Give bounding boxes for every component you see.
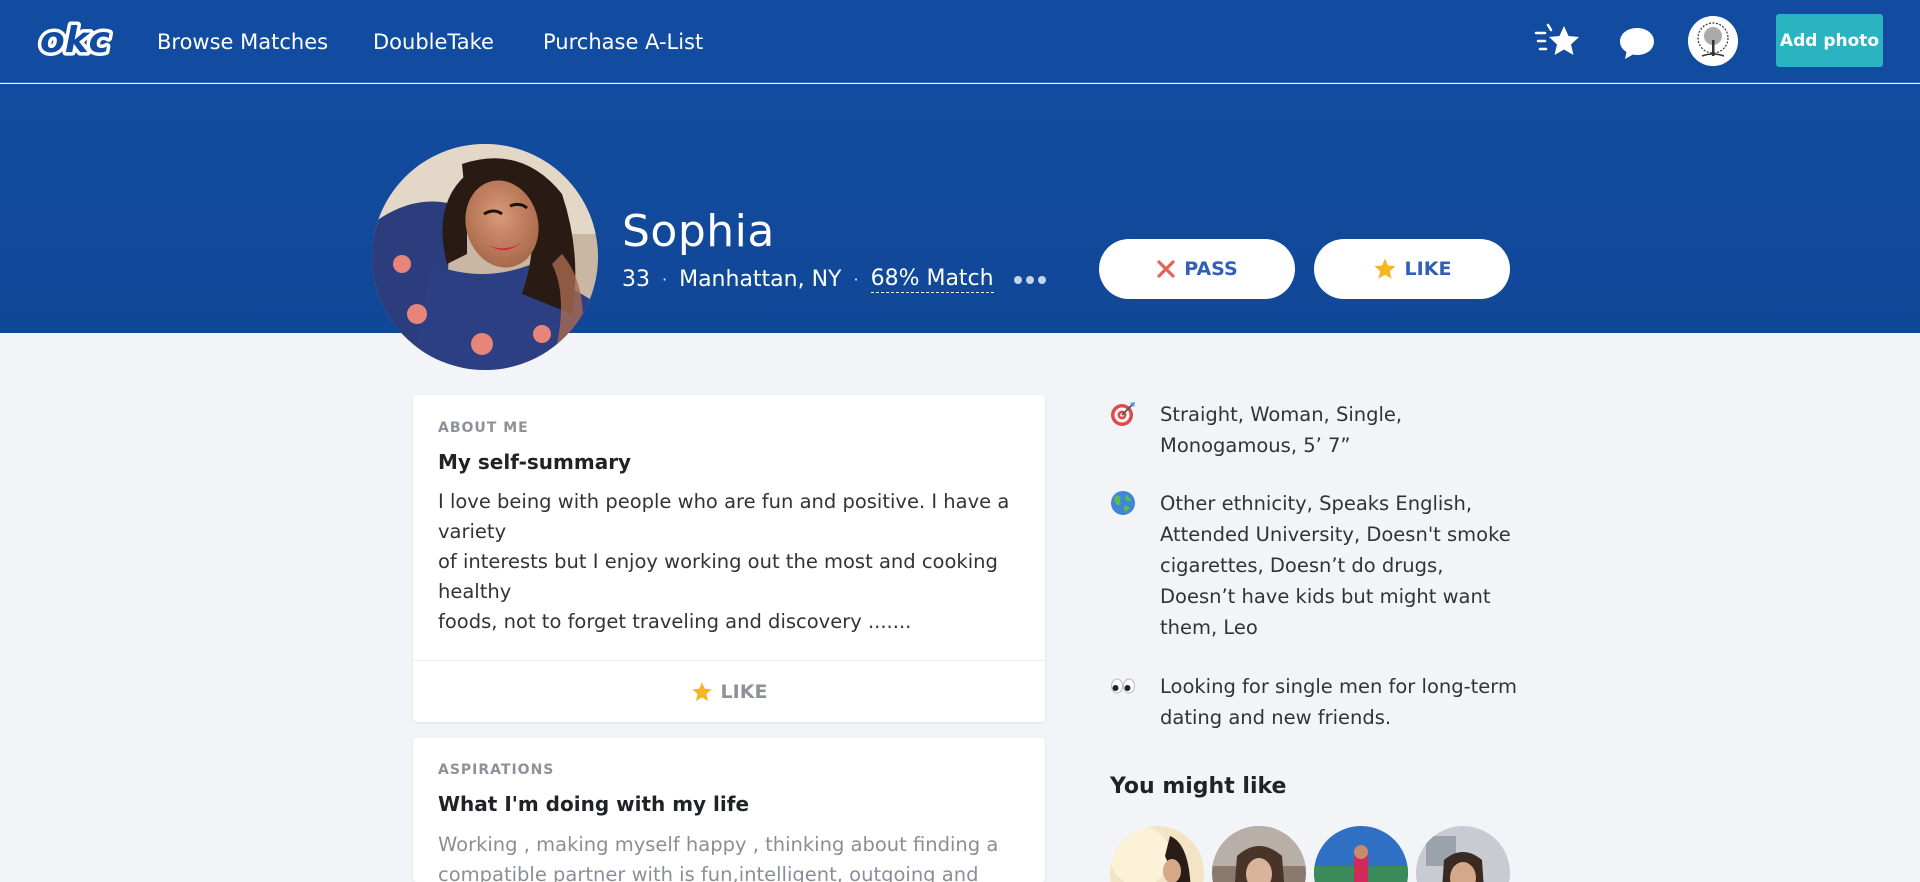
detail-line: Looking for single men for long-term [1160,675,1517,698]
profile-age: 33 [622,267,650,292]
detail-line: Doesn’t have kids but might want [1160,585,1491,608]
text-line: of interests but I enjoy working out the… [438,550,998,573]
text-line: I love being with people who are fun and… [438,490,1010,513]
suggested-profile-thumbnail[interactable] [1212,826,1306,882]
globe-icon [1111,491,1135,515]
detail-line: Monogamous, 5’ 7” [1160,434,1351,457]
profile-photo[interactable] [372,144,598,370]
add-photo-button[interactable]: Add photo [1776,14,1883,67]
likes-star-icon[interactable] [1534,22,1582,60]
okc-logo[interactable]: okc [36,18,114,62]
detail-background: Other ethnicity, Speaks English, Attende… [1110,488,1530,648]
about-me-like-label: LIKE [720,681,768,703]
pass-label: PASS [1184,258,1238,280]
detail-line: Attended University, Doesn't smoke [1160,523,1511,546]
aspirations-card: ASPIRATIONS What I'm doing with my life … [413,738,1045,882]
like-button[interactable]: LIKE [1314,239,1510,299]
meta-separator: · [853,270,859,289]
eyes-icon [1111,678,1135,694]
suggested-profile-image [1212,826,1306,882]
like-star-icon [691,682,712,701]
nav-link-purchase-a-list[interactable]: Purchase A-List [543,30,703,54]
detail-line: Other ethnicity, Speaks English, [1160,492,1473,515]
nav-link-browse-matches[interactable]: Browse Matches [157,30,328,54]
match-percentage-link[interactable]: 68% Match [870,266,994,293]
suggested-profile-image [1110,826,1204,882]
top-navigation-bar: okc Browse Matches DoubleTake Purchase A… [0,0,1920,83]
detail-line: them, Leo [1160,616,1258,639]
about-me-like-button[interactable]: LIKE [413,661,1045,723]
text-line: compatible partner with is fun,intellige… [438,863,979,882]
text-line: Working , making myself happy , thinking… [438,833,999,856]
text-line: healthy [438,580,512,603]
detail-line: cigarettes, Doesn’t do drugs, [1160,554,1444,577]
profile-meta: 33 · Manhattan, NY · 68% Match [622,266,1046,293]
you-might-like-title: You might like [1110,774,1287,799]
text-line: foods, not to forget traveling and disco… [438,610,912,633]
about-me-card: ABOUT ME My self-summary I love being wi… [413,395,1045,722]
aspirations-title: What I'm doing with my life [438,792,750,816]
detail-line: dating and new friends. [1160,706,1392,729]
suggested-profile-image [1314,826,1408,882]
profile-header-band [0,84,1920,333]
detail-looking-for: Looking for single men for long-term dat… [1110,671,1530,735]
profile-portrait-image [372,144,598,370]
meta-separator: · [662,270,668,289]
nav-link-doubletake[interactable]: DoubleTake [373,30,494,54]
suggested-profile-thumbnail[interactable] [1416,826,1510,882]
tree-avatar-icon [1688,16,1738,66]
detail-line: Straight, Woman, Single, [1160,403,1403,426]
svg-text:okc: okc [40,20,110,61]
messages-chat-icon[interactable] [1618,25,1656,61]
suggested-profile-thumbnail[interactable] [1110,826,1204,882]
aspirations-eyebrow: ASPIRATIONS [438,762,555,778]
detail-orientation: Straight, Woman, Single, Monogamous, 5’ … [1110,399,1530,463]
suggested-profile-image [1416,826,1510,882]
more-options-icon[interactable] [1013,275,1046,284]
text-line: variety [438,520,507,543]
aspirations-text: Working , making myself happy , thinking… [438,830,1028,882]
profile-location: Manhattan, NY [679,267,842,292]
suggested-profile-thumbnail[interactable] [1314,826,1408,882]
target-icon [1111,402,1135,426]
like-label: LIKE [1404,258,1452,280]
user-avatar[interactable] [1688,16,1738,66]
pass-button[interactable]: PASS [1099,239,1295,299]
about-me-title: My self-summary [438,450,632,474]
like-star-icon [1374,258,1396,279]
about-me-text: I love being with people who are fun and… [438,487,1028,637]
pass-x-icon [1157,260,1175,278]
about-me-eyebrow: ABOUT ME [438,420,529,436]
profile-name: Sophia [622,206,775,257]
